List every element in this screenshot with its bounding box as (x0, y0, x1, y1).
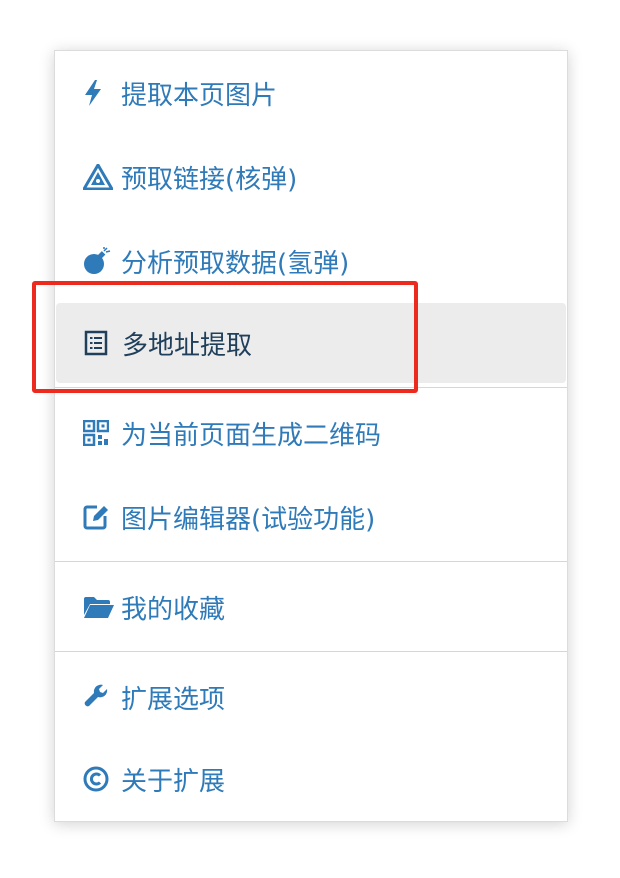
menu-item-my-favorites[interactable]: 我的收藏 (55, 565, 567, 649)
menu-item-extract-images[interactable]: 提取本页图片 (55, 51, 567, 135)
menu-item-label: 关于扩展 (121, 766, 226, 797)
menu-item-label: 扩展选项 (121, 684, 226, 715)
highlight-annotation-box (32, 281, 418, 393)
edit-icon (83, 503, 115, 531)
menu-item-extension-options[interactable]: 扩展选项 (55, 655, 567, 739)
bolt-icon (83, 79, 115, 107)
menu-item-label: 提取本页图片 (121, 80, 278, 111)
folder-open-icon (83, 593, 115, 621)
menu-item-prefetch-links[interactable]: 预取链接(核弹) (55, 135, 567, 219)
menu-item-label: 为当前页面生成二维码 (121, 420, 382, 451)
extension-popup-menu: 提取本页图片 预取链接(核弹) 分析预取数据(氢弹) 多地址提取 为当前页面生成… (54, 50, 568, 822)
menu-divider (55, 561, 567, 562)
menu-item-label: 我的收藏 (121, 594, 226, 625)
bomb-icon (83, 247, 115, 275)
menu-item-label: 分析预取数据(氢弹) (121, 248, 350, 279)
qrcode-icon (83, 419, 115, 447)
menu-item-label: 预取链接(核弹) (121, 164, 298, 195)
copyright-icon (83, 765, 115, 793)
menu-item-label: 图片编辑器(试验功能) (121, 504, 376, 535)
menu-item-generate-qrcode[interactable]: 为当前页面生成二维码 (55, 391, 567, 475)
menu-divider (55, 651, 567, 652)
menu-item-image-editor[interactable]: 图片编辑器(试验功能) (55, 475, 567, 559)
menu-item-about-extension[interactable]: 关于扩展 (55, 739, 567, 819)
warning-triangle-icon (83, 163, 115, 191)
wrench-icon (83, 683, 115, 711)
